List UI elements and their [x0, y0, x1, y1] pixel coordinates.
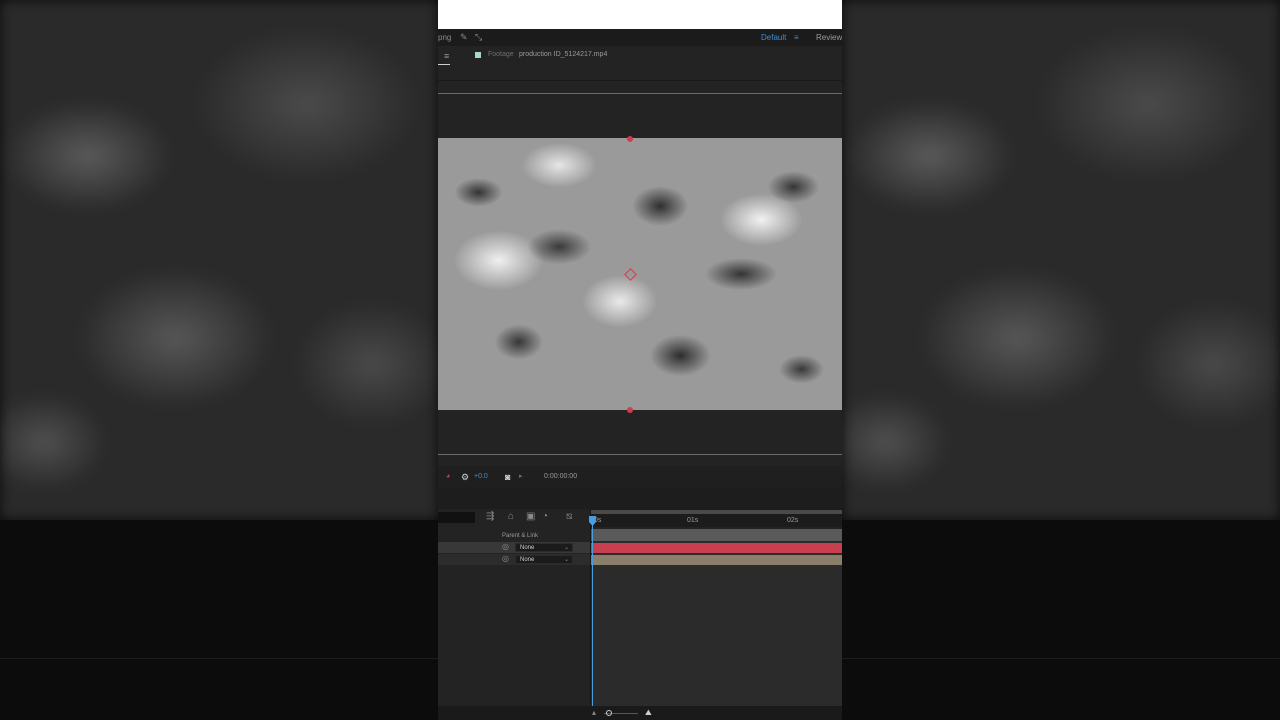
background-bottom-right: [842, 520, 1280, 720]
parent-select-value: None: [520, 557, 535, 563]
settings-gear-icon[interactable]: ⚙: [461, 466, 469, 488]
anchor-bottom-icon[interactable]: [627, 407, 633, 413]
parent-link-header: Parent & Link: [502, 533, 539, 539]
pen-tool-icon[interactable]: ✎: [460, 29, 468, 46]
viewer-bottom-line: [438, 454, 842, 455]
playhead-line[interactable]: [592, 517, 593, 720]
footage-panel-tab: ≡ Footage production ID_5124217.mp4: [438, 47, 842, 81]
snap-icon[interactable]: ⤡: [475, 29, 482, 46]
layer-row[interactable]: ◎ None ⌄: [438, 554, 590, 565]
time-ruler[interactable]: 0s 01s 02s: [591, 509, 842, 527]
layer-bar-1[interactable]: [591, 543, 842, 553]
current-timecode[interactable]: 0:00:00:00: [544, 466, 577, 488]
timeline-header-gap: [438, 488, 842, 509]
divider-left: [0, 658, 438, 659]
frame-blending-icon[interactable]: ⌂: [508, 511, 514, 522]
ruler-label: 02s: [787, 517, 799, 524]
zoom-slider-knob[interactable]: [606, 710, 612, 716]
timeline-panel: ⇶ ⌂ ▣ ◔ ⧅ 0s 01s 02s Parent & Link ◎ Non…: [438, 509, 842, 720]
footage-color-swatch: [475, 52, 481, 58]
panel-tab-indicator: [438, 64, 450, 65]
draft-3d-icon[interactable]: ⧅: [566, 511, 572, 522]
blurred-background-right: [842, 0, 1280, 520]
color-channels-icon[interactable]: ◕: [446, 466, 450, 488]
motion-blur-icon[interactable]: ▣: [526, 511, 535, 522]
parent-select[interactable]: None ⌄: [515, 555, 573, 564]
blurred-background-left: [0, 0, 438, 520]
panel-menu-icon[interactable]: ≡: [444, 51, 452, 61]
file-extension-label: png: [438, 33, 452, 42]
layer-search-input[interactable]: [438, 512, 475, 523]
ruler-label: 01s: [687, 517, 699, 524]
top-white-bar: [438, 0, 842, 29]
work-area-band[interactable]: [591, 529, 842, 541]
chevron-down-icon: ⌄: [563, 545, 569, 551]
viewer-top-line: [438, 93, 842, 94]
exposure-value[interactable]: +0.0: [474, 466, 488, 488]
footage-name[interactable]: production ID_5124217.mp4: [519, 51, 607, 58]
anchor-top-icon[interactable]: [627, 136, 633, 142]
divider-right: [842, 658, 1280, 659]
snapshot-camera-icon[interactable]: ◙: [505, 466, 510, 488]
background-bottom-left: [0, 520, 438, 720]
viewer-controls: ◕ ⚙ +0.0 ◙ ▸ 0:00:00:00: [438, 466, 842, 488]
graph-editor-icon[interactable]: ◔: [542, 511, 548, 522]
work-area-bar[interactable]: [591, 510, 842, 514]
layer-row[interactable]: ◎ None ⌄: [438, 542, 590, 553]
pick-whip-icon[interactable]: ◎: [502, 554, 509, 563]
layer-bar-2[interactable]: [591, 555, 842, 565]
parent-select[interactable]: None ⌄: [515, 543, 573, 552]
after-effects-window: png ✎ ⤡ Default ≡ Review ≡ Footage produ…: [438, 0, 842, 720]
timeline-zoom-bar: ▴ ⛰: [438, 706, 842, 720]
zoom-in-icon[interactable]: ⛰: [645, 706, 652, 720]
workspace-bar: png ✎ ⤡ Default ≡ Review: [438, 29, 842, 46]
workspace-default-tab[interactable]: Default: [761, 29, 786, 46]
shy-layers-icon[interactable]: ⇶: [486, 511, 494, 522]
chevron-down-icon: ⌄: [563, 557, 569, 563]
timeline-track-area[interactable]: [591, 529, 842, 720]
show-snapshot-icon[interactable]: ▸: [519, 466, 523, 488]
composition-viewer[interactable]: [438, 81, 842, 466]
pick-whip-icon[interactable]: ◎: [502, 542, 509, 551]
workspace-menu-icon[interactable]: ≡: [794, 29, 799, 46]
workspace-review-tab[interactable]: Review: [816, 29, 842, 46]
zoom-out-icon[interactable]: ▴: [592, 706, 596, 720]
parent-select-value: None: [520, 545, 535, 551]
fractal-noise-canvas[interactable]: [438, 138, 842, 410]
footage-label: Footage: [488, 51, 514, 58]
column-header: Parent & Link: [438, 531, 590, 541]
